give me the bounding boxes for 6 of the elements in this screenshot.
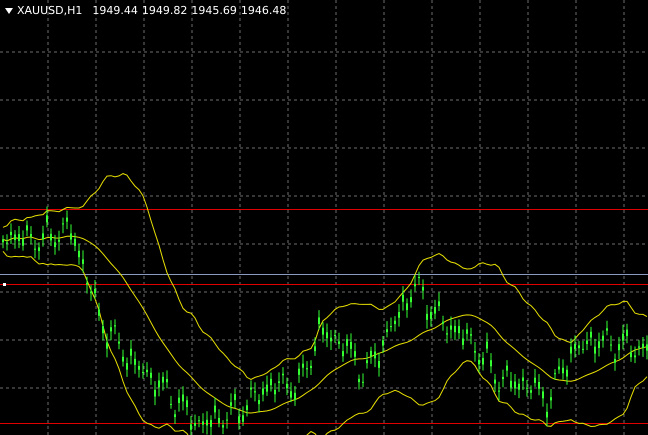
open-price: 1949.44 bbox=[92, 4, 138, 17]
collapse-triangle-icon[interactable] bbox=[5, 8, 13, 14]
chart-symbol: XAUUSD,H1 bbox=[17, 4, 82, 17]
low-price: 1945.69 bbox=[191, 4, 237, 17]
close-price: 1946.48 bbox=[240, 4, 286, 17]
high-price: 1949.82 bbox=[142, 4, 188, 17]
